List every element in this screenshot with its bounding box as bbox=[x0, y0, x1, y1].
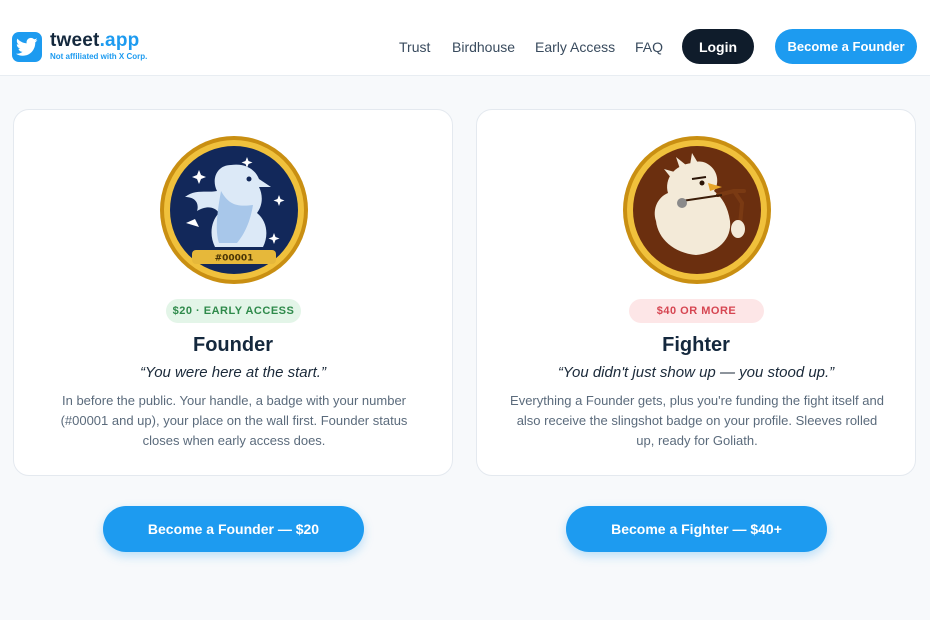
price-pill: $40 OR MORE bbox=[629, 299, 764, 323]
nav-link-faq[interactable]: FAQ bbox=[635, 38, 663, 56]
nav-link-trust[interactable]: Trust bbox=[399, 38, 430, 56]
become-fighter-button[interactable]: Become a Fighter — $40+ bbox=[566, 506, 827, 552]
nav-link-birdhouse[interactable]: Birdhouse bbox=[452, 38, 515, 56]
founder-card: #00001 $20 · EARLY ACCESS Founder “You w… bbox=[13, 109, 453, 476]
brand-tagline: Not affiliated with X Corp. bbox=[50, 52, 148, 61]
brand-name: tweet.app bbox=[50, 30, 140, 51]
badge-number-label: #00001 bbox=[215, 254, 254, 264]
card-description: Everything a Founder gets, plus you're f… bbox=[510, 393, 884, 448]
top-navigation-bar: tweet.app Not affiliated with X Corp. Tr… bbox=[0, 0, 930, 76]
slingshot-bird-badge-icon bbox=[623, 136, 771, 284]
card-quote: “You were here at the start.” bbox=[140, 364, 326, 381]
login-button[interactable]: Login bbox=[682, 29, 754, 64]
card-title: Founder bbox=[193, 334, 273, 356]
become-founder-header-button[interactable]: Become a Founder bbox=[775, 29, 917, 64]
card-description: In before the public. Your handle, a bad… bbox=[60, 393, 408, 448]
price-pill: $20 · EARLY ACCESS bbox=[166, 299, 301, 323]
card-title: Fighter bbox=[662, 334, 730, 356]
nav-link-early-access[interactable]: Early Access bbox=[535, 38, 615, 56]
become-founder-button[interactable]: Become a Founder — $20 bbox=[103, 506, 364, 552]
bird-logo-icon[interactable] bbox=[12, 32, 42, 62]
brand-block[interactable]: tweet.app Not affiliated with X Corp. bbox=[50, 31, 147, 62]
phoenix-badge-icon: #00001 bbox=[160, 136, 308, 284]
card-quote: “You didn't just show up — you stood up.… bbox=[557, 364, 835, 381]
fighter-card: $40 OR MORE Fighter “You didn't just sho… bbox=[476, 109, 916, 476]
